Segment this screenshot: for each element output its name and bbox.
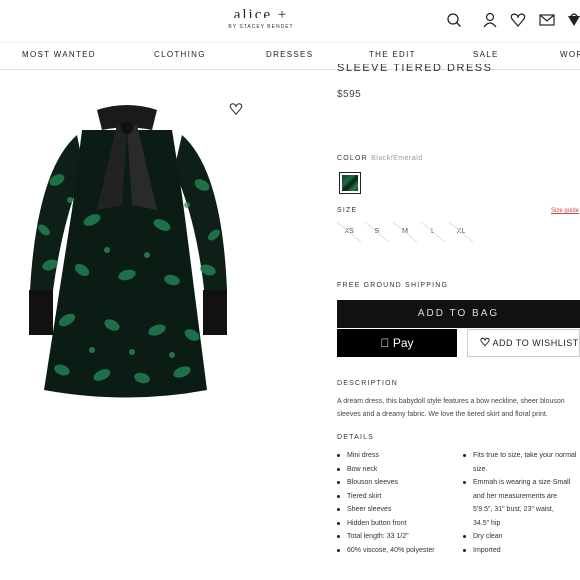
wishlist-label: ADD TO WISHLIST <box>492 338 579 348</box>
bag-icon[interactable] <box>566 12 580 28</box>
list-item-continuation: 34.5" hip <box>473 519 501 527</box>
nav-item-most-wanted[interactable]: MOST WANTED <box>22 50 96 59</box>
color-selector-label: COLOR Black/Emerald <box>337 155 423 162</box>
list-item: Total length: 33 1/2" <box>337 530 435 544</box>
size-guide-link[interactable]: Size guide <box>551 208 579 214</box>
product-image[interactable] <box>22 100 232 405</box>
shipping-note: FREE GROUND SHIPPING <box>337 282 449 289</box>
details-list-right: Fits true to size, take your normal size… <box>463 449 580 557</box>
list-item: Mini dress <box>337 449 435 463</box>
add-to-wishlist-button[interactable]: ADD TO WISHLIST <box>467 329 580 357</box>
size-label: SIZE <box>337 207 358 214</box>
size-option-xs[interactable]: XS <box>337 222 361 242</box>
apple-icon:  <box>380 336 389 350</box>
apple-pay-label: Pay <box>386 336 414 350</box>
list-item: Blouson sleeves <box>337 476 435 490</box>
product-title: SLEEVE TIERED DRESS <box>337 64 493 74</box>
size-option-xl[interactable]: XL <box>449 222 473 242</box>
size-option-m[interactable]: M <box>393 222 417 242</box>
list-item: Bow neck <box>337 463 435 477</box>
list-item: 60% viscose, 40% polyester <box>337 544 435 558</box>
list-item: Tiered skirt <box>337 490 435 504</box>
heart-icon[interactable] <box>510 12 526 28</box>
site-header: alice + olivia BY STACEY BENDET <box>0 0 580 42</box>
list-item-continuation: 5'9.5", 31" bust, 23" waist, <box>473 506 554 513</box>
nav-item-clothing[interactable]: CLOTHING <box>154 50 206 59</box>
nav-item-sale[interactable]: SALE <box>473 50 499 59</box>
list-item: Hidden button front <box>337 517 435 531</box>
list-item-continuation: and her measurements are <box>473 492 558 500</box>
main-nav: MOST WANTED CLOTHING DRESSES THE EDIT SA… <box>0 42 580 70</box>
size-option-s[interactable]: S <box>365 222 389 242</box>
size-option-l[interactable]: L <box>421 222 445 242</box>
list-item: Fits true to size, take your normal <box>463 449 580 463</box>
list-item: Imported <box>463 544 580 558</box>
list-item: Sheer sleeves <box>337 503 435 517</box>
logo-text: alice + olivia <box>233 8 289 18</box>
list-item: Dry clean <box>463 530 580 544</box>
description-heading: DESCRIPTION <box>337 380 399 387</box>
nav-item-the-edit[interactable]: THE EDIT <box>369 50 416 59</box>
details-list-left: Mini dress Bow neck Blouson sleeves Tier… <box>337 449 435 557</box>
nav-item-women[interactable]: WOR <box>560 50 580 59</box>
search-icon[interactable] <box>446 12 462 28</box>
mail-icon[interactable] <box>539 12 555 28</box>
add-to-bag-button[interactable]: ADD TO BAG <box>337 300 580 328</box>
color-swatch-black-emerald[interactable] <box>339 172 361 194</box>
description-text: A dream dress, this babydoll style featu… <box>337 398 565 418</box>
color-label: COLOR <box>337 155 368 162</box>
brand-logo[interactable]: alice + olivia BY STACEY BENDET <box>211 8 311 30</box>
apple-pay-button[interactable]:  Pay <box>337 329 457 357</box>
nav-item-dresses[interactable]: DRESSES <box>266 50 313 59</box>
details-heading: DETAILS <box>337 434 375 441</box>
wishlist-heart-icon[interactable] <box>229 102 243 116</box>
list-item-continuation: size. <box>473 465 488 473</box>
user-icon[interactable] <box>482 12 498 28</box>
logo-subtitle: BY STACEY BENDET <box>228 24 294 30</box>
heart-outline-icon <box>480 337 490 347</box>
product-price: $595 <box>337 89 362 100</box>
color-value: Black/Emerald <box>371 155 423 162</box>
list-item: Emmah is wearing a size Small <box>463 476 580 490</box>
